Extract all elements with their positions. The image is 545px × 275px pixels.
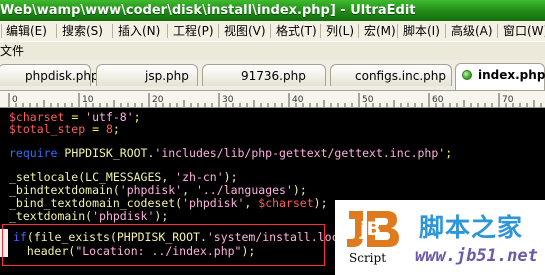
code-token: _setlocale(LC_MESSAGES, <box>9 170 176 184</box>
code-line: $total_step = 8; <box>9 122 120 136</box>
menu-view[interactable]: 视图(V) <box>222 21 268 41</box>
code-token: , <box>182 183 196 197</box>
menu-separator <box>112 24 113 38</box>
code-token: 'zh-cn' <box>175 170 224 184</box>
ruler-label: 20 <box>152 95 164 105</box>
code-token: ; <box>133 110 141 124</box>
code-token: ); <box>154 209 169 223</box>
code-line: _setlocale(LC_MESSAGES, 'zh-cn'); <box>9 170 238 184</box>
watermark-domain: www.jb51.net <box>415 246 538 266</box>
modified-dot-icon <box>462 70 472 80</box>
code-token: _textdomain( <box>9 209 93 223</box>
watermark: jB 脚本之家 Script www.jb51.net <box>335 200 545 275</box>
code-token: ); <box>313 196 328 210</box>
tab-jsp-php[interactable]: jsp.php <box>96 64 198 86</box>
ruler-label: 50 <box>362 95 374 105</box>
menu-separator <box>497 24 498 38</box>
column-ruler: 0 10 20 30 40 50 60 70 <box>0 91 545 108</box>
tab-label: jsp.php <box>145 69 189 83</box>
menu-advanced[interactable]: 高级(A) <box>449 21 495 41</box>
ruler-label: 40 <box>292 95 304 105</box>
menu-separator <box>1 24 2 38</box>
code-token: PHPDISK_ROOT. <box>57 146 155 160</box>
tab-label: index.php <box>478 68 545 82</box>
menu-separator <box>397 24 398 38</box>
ruler-label: 0 <box>12 95 18 105</box>
ruler-label: 70 <box>502 95 514 105</box>
code-token: $total_step <box>9 122 86 136</box>
menu-window[interactable]: 窗口(W) <box>501 21 545 41</box>
code-token: ); <box>292 183 307 197</box>
menu-file[interactable]: 文件 <box>0 42 24 60</box>
tab-bar: phpdisk.php jsp.php 91736.php configs.in… <box>0 60 545 91</box>
menu-separator <box>270 24 271 38</box>
code-token: , <box>244 196 259 210</box>
code-token: $charset <box>258 196 314 210</box>
code-line: _textdomain('phpdisk'); <box>9 209 168 223</box>
ultraedit-window: Web\wamp\www\coder\disk\install\index.ph… <box>0 0 545 275</box>
highlight-box <box>2 224 325 266</box>
menu-macro[interactable]: 宏(M) <box>362 21 398 41</box>
tab-index-php[interactable]: index.php <box>455 63 545 90</box>
code-token: require <box>9 146 58 160</box>
code-token: 8 <box>105 122 113 136</box>
menu-separator <box>167 24 168 38</box>
code-line: _bindtextdomain('phpdisk', '../languages… <box>9 183 307 197</box>
watermark-title: 脚本之家 <box>419 213 524 242</box>
menu-separator <box>358 24 359 38</box>
code-token: ); <box>223 170 238 184</box>
code-token: 'phpdisk' <box>119 183 183 197</box>
code-token: _bindtextdomain( <box>9 183 120 197</box>
code-token: 'phpdisk' <box>182 196 245 210</box>
menu-format[interactable]: 格式(T) <box>274 21 319 41</box>
tab-configs-inc-php[interactable]: configs.inc.php <box>330 64 452 86</box>
menu-edit[interactable]: 编辑(E) <box>4 21 49 41</box>
code-token: '../languages' <box>195 183 293 197</box>
tab-label: configs.inc.php <box>355 69 446 83</box>
ruler-ticks: 0 10 20 30 40 50 60 70 <box>8 93 542 107</box>
menu-project[interactable]: 工程(P) <box>171 21 216 41</box>
svg-text:jB: jB <box>359 218 381 240</box>
jb-logo-icon: jB <box>343 205 403 253</box>
tab-label: phpdisk.php <box>25 69 99 83</box>
ruler-label: 60 <box>432 95 444 105</box>
tab-label: 91736.php <box>241 69 306 83</box>
code-token: ; <box>112 122 120 136</box>
menu-separator <box>56 24 57 38</box>
menu-separator <box>320 24 321 38</box>
menu-insert[interactable]: 插入(N) <box>116 21 162 41</box>
title-bar: Web\wamp\www\coder\disk\install\index.ph… <box>0 0 545 21</box>
code-line: require PHPDISK_ROOT.'includes/lib/php-g… <box>9 146 452 160</box>
code-token: 'includes/lib/php-gettext/gettext.inc.ph… <box>154 146 446 160</box>
code-token: ; <box>445 146 453 160</box>
code-token: _bind_textdomain_codeset( <box>9 196 183 210</box>
window-title: Web\wamp\www\coder\disk\install\index.ph… <box>0 3 416 18</box>
ruler-label: 30 <box>222 95 234 105</box>
menu-search[interactable]: 搜索(S) <box>60 21 105 41</box>
tab-91736-php[interactable]: 91736.php <box>202 64 326 86</box>
ruler-label: 10 <box>82 95 94 105</box>
file-bar: 文件 <box>0 41 545 61</box>
code-line: _bind_textdomain_codeset('phpdisk', $cha… <box>9 196 328 210</box>
menu-separator <box>218 24 219 38</box>
menu-script[interactable]: 脚本(I) <box>401 21 442 41</box>
tab-phpdisk-php[interactable]: phpdisk.php <box>0 64 99 86</box>
menu-column[interactable]: 列(L) <box>324 21 356 41</box>
watermark-script-label: Script <box>349 251 387 265</box>
menu-separator <box>445 24 446 38</box>
menu-bar: 编辑(E) 搜索(S) 插入(N) 工程(P) 视图(V) 格式(T) 列(L)… <box>0 21 545 41</box>
code-token: = <box>85 122 106 136</box>
code-token: 'phpdisk' <box>92 209 155 223</box>
